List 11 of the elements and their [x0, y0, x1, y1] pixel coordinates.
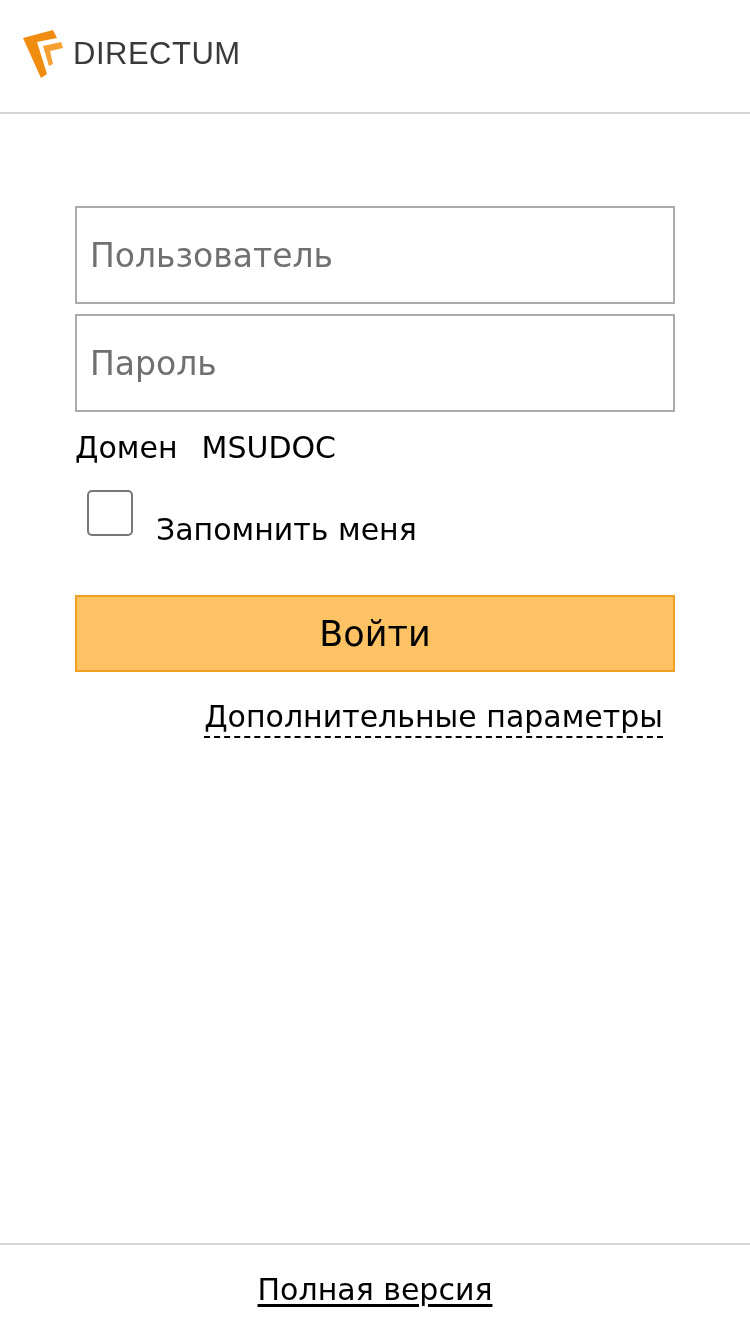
domain-value: MSUDOC — [201, 429, 337, 467]
logo-text: DIRECTUM — [73, 36, 241, 72]
advanced-settings-link[interactable]: Дополнительные параметры — [204, 698, 663, 738]
login-button[interactable]: Войти — [75, 595, 675, 672]
logo-mark-icon — [23, 30, 63, 78]
remember-checkbox[interactable] — [87, 490, 133, 536]
username-field[interactable]: Пользователь — [75, 206, 675, 304]
remember-label[interactable]: Запомнить меня — [156, 510, 417, 550]
full-version-link[interactable]: Полная версия — [257, 1269, 493, 1310]
domain-label: Домен — [75, 429, 178, 467]
password-field[interactable]: Пароль — [75, 314, 675, 412]
